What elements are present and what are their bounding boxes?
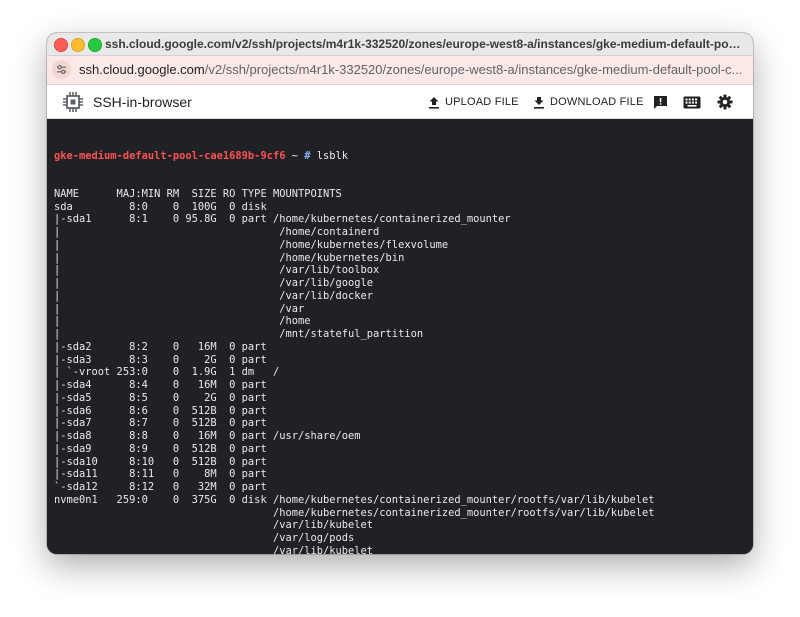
terminal-output-line: |-sda6 8:6 0 512B 0 part xyxy=(54,404,267,417)
terminal-output-line: sda 8:0 0 100G 0 disk xyxy=(54,200,267,213)
terminal-output-line: |-sda8 8:8 0 16M 0 part /usr/share/oem xyxy=(54,430,361,442)
terminal-output-line: | /var/lib/google xyxy=(54,277,374,289)
terminal-output: gke-medium-default-pool-cae1689b-9cf6 ~ … xyxy=(54,124,655,555)
terminal-output-line: /home/kubernetes/containerized_mounter/r… xyxy=(54,506,655,519)
window-title: ssh.cloud.google.com/v2/ssh/projects/m4r… xyxy=(105,37,745,51)
terminal-output-line: | `-vroot 253:0 0 1.9G 1 dm / xyxy=(54,366,280,379)
terminal-output-line: | /var/lib/docker xyxy=(54,289,374,302)
terminal-output-line: | /home/containerd xyxy=(54,226,380,238)
terminal-output-line: |-sda1 8:1 0 95.8G 0 part /home/kubernet… xyxy=(54,213,511,226)
url-host: ssh.cloud.google.com xyxy=(79,62,205,77)
terminal-output-line: | /mnt/stateful_partition xyxy=(54,328,424,340)
prompt-path: ~ xyxy=(285,149,305,162)
terminal-output-line: |-sda7 8:7 0 512B 0 part xyxy=(54,417,267,430)
terminal-output-line: |-sda2 8:2 0 16M 0 part xyxy=(54,340,267,353)
terminal-output-line: |-sda3 8:3 0 2G 0 part xyxy=(54,353,267,366)
terminal-output-line: /var/log/pods xyxy=(54,532,355,544)
terminal-output-line: |-sda9 8:9 0 512B 0 part xyxy=(54,442,267,455)
settings-icon[interactable] xyxy=(716,94,734,110)
prompt-command: lsblk xyxy=(310,149,349,162)
prompt-host: gke-medium-default-pool-cae1689b-9cf6 xyxy=(54,149,286,162)
download-icon xyxy=(534,96,544,109)
site-settings-icon[interactable] xyxy=(52,60,71,79)
window-titlebar: ssh.cloud.google.com/v2/ssh/projects/m4r… xyxy=(47,33,753,56)
url-text[interactable]: ssh.cloud.google.com/v2/ssh/projects/m4r… xyxy=(79,62,747,77)
address-bar[interactable]: ssh.cloud.google.com/v2/ssh/projects/m4r… xyxy=(47,56,753,85)
command-prompt-line: gke-medium-default-pool-cae1689b-9cf6 ~ … xyxy=(54,150,655,163)
terminal-output-line: | /home/kubernetes/flexvolume xyxy=(54,238,449,251)
terminal[interactable]: gke-medium-default-pool-cae1689b-9cf6 ~ … xyxy=(47,119,753,554)
terminal-output-line: |-sda5 8:5 0 2G 0 part xyxy=(54,391,267,404)
terminal-output-line: | /var xyxy=(54,302,305,315)
url-path: /v2/ssh/projects/m4r1k-332520/zones/euro… xyxy=(204,62,743,77)
app-title: SSH-in-browser xyxy=(93,94,192,110)
terminal-output-line: | /home/kubernetes/bin xyxy=(54,251,405,264)
upload-file-label: UPLOAD FILE xyxy=(445,96,519,108)
terminal-output-line: |-sda4 8:4 0 16M 0 part xyxy=(54,379,267,391)
terminal-output-line: NAME MAJ:MIN RM SIZE RO TYPE MOUNTPOINTS xyxy=(54,187,342,200)
download-file-button[interactable]: DOWNLOAD FILE xyxy=(533,94,644,110)
close-window-button[interactable] xyxy=(54,38,68,52)
terminal-output-line: |-sda11 8:11 0 8M 0 part xyxy=(54,468,267,481)
terminal-output-line: nvme0n1 259:0 0 375G 0 disk /home/kubern… xyxy=(54,493,655,506)
terminal-output-line: /var/lib/kubelet xyxy=(54,519,374,532)
download-file-label: DOWNLOAD FILE xyxy=(550,96,644,108)
feedback-icon[interactable] xyxy=(651,94,669,110)
compute-engine-logo-icon xyxy=(61,90,85,114)
maximize-window-button[interactable] xyxy=(88,38,102,52)
minimize-window-button[interactable] xyxy=(71,38,85,52)
keyboard-icon[interactable] xyxy=(683,94,701,110)
terminal-output-line: | /home xyxy=(54,315,311,328)
app-header: SSH-in-browser UPLOAD FILE DOWNLOAD FILE xyxy=(47,85,753,119)
upload-file-button[interactable]: UPLOAD FILE xyxy=(428,94,519,110)
upload-icon xyxy=(429,96,439,109)
terminal-output-line: /var/lib/kubelet xyxy=(54,544,374,554)
browser-window: ssh.cloud.google.com/v2/ssh/projects/m4r… xyxy=(47,33,753,554)
terminal-output-line: `-sda12 8:12 0 32M 0 part xyxy=(54,481,267,493)
terminal-output-line: |-sda10 8:10 0 512B 0 part xyxy=(54,455,267,468)
terminal-output-line: | /var/lib/toolbox xyxy=(54,264,380,277)
